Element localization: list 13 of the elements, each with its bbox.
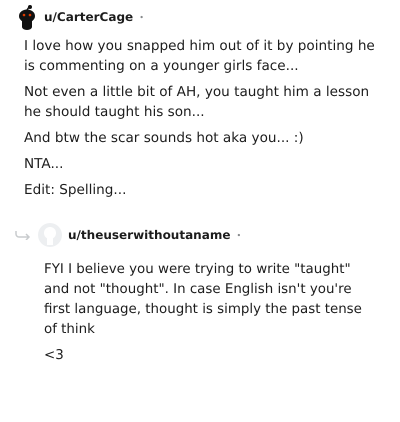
reply-arrow-icon: [14, 230, 32, 240]
avatar-icon[interactable]: [16, 4, 38, 30]
username-link[interactable]: u/CarterCage: [44, 10, 134, 24]
separator-dot: •: [236, 230, 242, 240]
comment-text: Not even a little bit of AH, you taught him a lesson he should taught his son...: [24, 83, 370, 122]
comment-text: I love how you snapped him out of it by pointing he is commenting on a younger girls face...: [24, 37, 376, 76]
comment-text: FYI I believe you were trying to write "taught" and not "thought". In case English isn't you're first language, thought is simply the past tense of think: [44, 261, 363, 339]
username-link[interactable]: u/theuserwithoutaname: [68, 228, 230, 242]
comment-text: Edit: Spelling...: [24, 181, 128, 200]
comment-text: And btw the scar sounds hot aka you... :): [24, 129, 305, 148]
separator-dot: •: [139, 12, 144, 22]
comment-text: <3: [44, 347, 65, 365]
comment-text: NTA...: [24, 155, 64, 174]
